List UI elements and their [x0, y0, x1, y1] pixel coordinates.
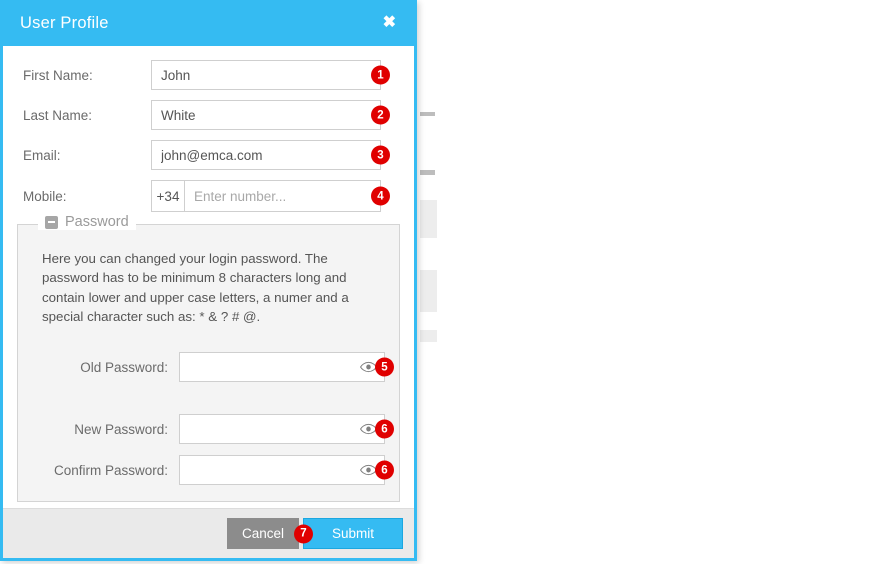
- background-fragment: [420, 200, 437, 238]
- confirm-password-input[interactable]: [179, 455, 385, 486]
- minus-square-icon[interactable]: [45, 215, 58, 229]
- password-legend-label: Password: [65, 214, 129, 230]
- submit-button-label: Submit: [331, 526, 375, 541]
- background-fragment: [420, 170, 435, 175]
- old-password-field-wrap: 5: [179, 352, 394, 383]
- country-code-selector[interactable]: +34: [151, 180, 184, 212]
- field-row-first-name: First Name: 1: [3, 60, 414, 90]
- last-name-field-wrap: 2: [151, 100, 390, 130]
- email-field[interactable]: [151, 140, 381, 170]
- mobile-field-wrap: +34 4: [151, 180, 390, 212]
- password-section: Password Here you can changed your login…: [17, 214, 400, 503]
- new-password-field-wrap: 6: [179, 414, 394, 445]
- step-badge-2: 2: [371, 105, 390, 125]
- email-field-wrap: 3: [151, 140, 390, 170]
- first-name-input[interactable]: [151, 60, 381, 90]
- background-fragment: [420, 112, 435, 116]
- password-description: Here you can changed your login password…: [42, 251, 349, 324]
- step-badge-1: 1: [371, 65, 390, 85]
- cancel-button[interactable]: Cancel: [227, 518, 299, 549]
- field-row-old-password: Old Password: 5: [18, 352, 399, 383]
- step-badge-3: 3: [371, 145, 390, 165]
- background-fragment: [420, 270, 437, 312]
- field-row-last-name: Last Name: 2: [3, 100, 414, 130]
- dialog-header: User Profile ✖: [3, 0, 414, 46]
- new-password-input[interactable]: [179, 414, 385, 445]
- step-badge-6b: 6: [375, 460, 394, 480]
- dialog-footer: Cancel 7 Submit: [3, 508, 414, 558]
- close-icon[interactable]: ✖: [381, 13, 398, 33]
- step-badge-5: 5: [375, 357, 394, 377]
- step-badge-6a: 6: [375, 419, 394, 439]
- first-name-field-wrap: 1: [151, 60, 390, 90]
- password-legend: Password: [38, 214, 136, 230]
- step-badge-7: 7: [294, 524, 313, 543]
- email-label: Email:: [23, 147, 61, 163]
- confirm-password-label: Confirm Password:: [53, 462, 168, 478]
- submit-button[interactable]: 7 Submit: [294, 518, 403, 549]
- field-row-email: Email: 3: [3, 140, 414, 170]
- confirm-password-field-wrap: 6: [179, 455, 394, 486]
- field-row-mobile: Mobile: +34 4: [3, 180, 414, 212]
- page-title: User Profile: [20, 13, 109, 32]
- dialog-body: First Name: 1 Last Name: 2 Email: 3 Mobi…: [3, 46, 414, 508]
- step-badge-4: 4: [371, 186, 390, 206]
- field-row-new-password: New Password: 6: [18, 414, 399, 445]
- last-name-input[interactable]: [151, 100, 381, 130]
- last-name-label: Last Name:: [23, 107, 93, 123]
- mobile-label: Mobile:: [23, 188, 67, 204]
- old-password-input[interactable]: [179, 352, 385, 383]
- user-profile-dialog: User Profile ✖ First Name: 1 Last Name: …: [0, 0, 417, 561]
- field-row-confirm-password: Confirm Password: 6: [18, 455, 399, 486]
- mobile-number-input[interactable]: [184, 180, 381, 212]
- mobile-input-group: +34: [151, 180, 381, 212]
- old-password-label: Old Password:: [80, 359, 168, 375]
- background-fragment: [420, 330, 437, 342]
- first-name-label: First Name:: [23, 67, 93, 83]
- new-password-label: New Password:: [74, 421, 168, 437]
